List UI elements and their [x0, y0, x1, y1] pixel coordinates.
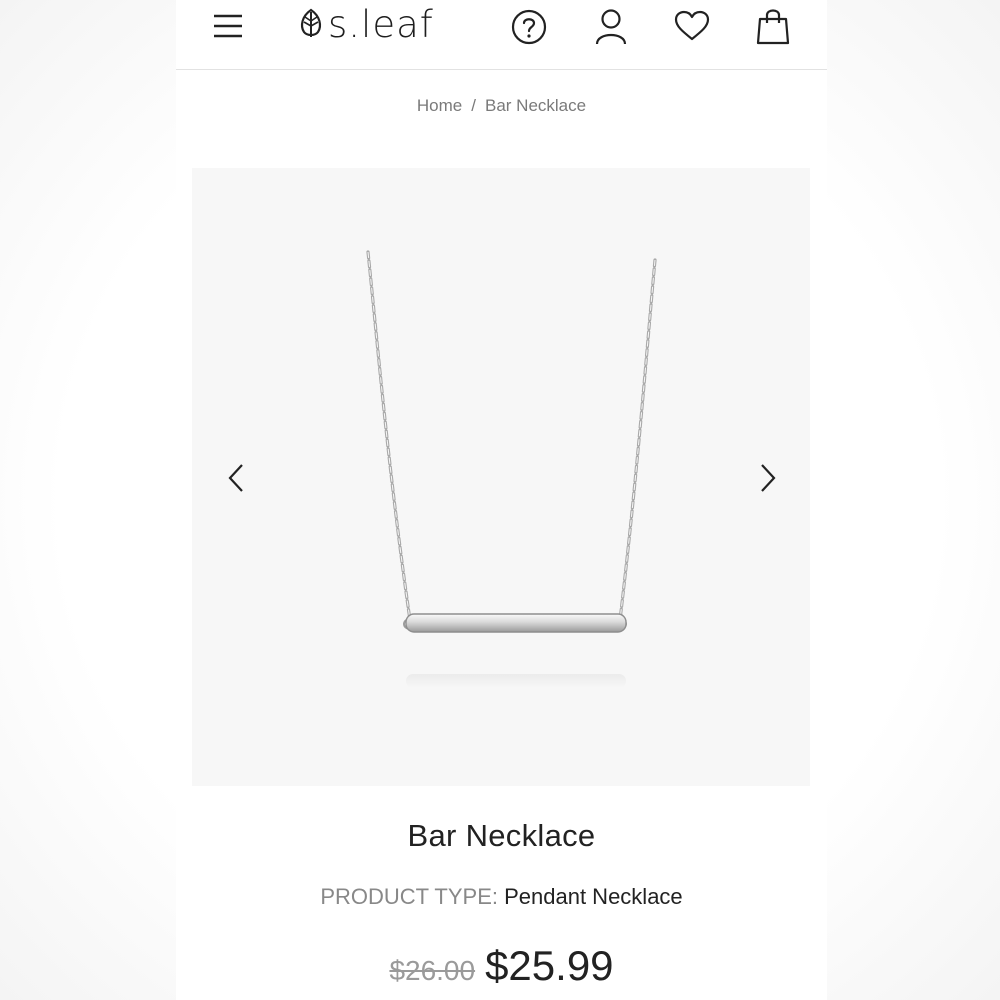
breadcrumb: Home / Bar Necklace: [176, 96, 827, 116]
brand-logo[interactable]: s.leaf: [298, 2, 434, 46]
brand-name: s.leaf: [328, 2, 434, 46]
breadcrumb-separator: /: [471, 96, 476, 115]
help-icon: [511, 9, 547, 45]
gallery-next-button[interactable]: [752, 460, 784, 496]
account-button[interactable]: [592, 7, 630, 47]
site-header: s.leaf: [176, 0, 827, 70]
product-type-label: PRODUCT TYPE:: [320, 884, 498, 909]
product-title: Bar Necklace: [407, 818, 596, 853]
original-price: $26.00: [389, 955, 476, 986]
chevron-left-icon: [228, 464, 243, 492]
breadcrumb-current: Bar Necklace: [484, 96, 587, 115]
product-image-gallery[interactable]: [192, 168, 810, 786]
product-price: $26.00 $25.99: [176, 942, 827, 990]
menu-button[interactable]: [210, 8, 246, 44]
menu-icon: [214, 14, 242, 38]
necklace-image: [366, 250, 657, 688]
product-type-value: Pendant Necklace: [504, 884, 683, 909]
leaf-icon: [300, 8, 322, 37]
breadcrumb-home-link[interactable]: Home: [417, 96, 462, 115]
help-button[interactable]: [510, 8, 548, 46]
wishlist-icon: [674, 10, 710, 41]
account-icon: [595, 9, 627, 45]
wishlist-button[interactable]: [673, 8, 711, 44]
product-type: PRODUCT TYPE: Pendant Necklace: [176, 884, 827, 910]
page: s.leaf Home / Bar Necklace Bar Necklace …: [176, 0, 827, 1000]
gallery-prev-button[interactable]: [220, 460, 252, 496]
cart-icon: [756, 9, 790, 45]
cart-button[interactable]: [754, 6, 792, 46]
chevron-right-icon: [761, 464, 776, 492]
sale-price: $25.99: [485, 942, 614, 989]
